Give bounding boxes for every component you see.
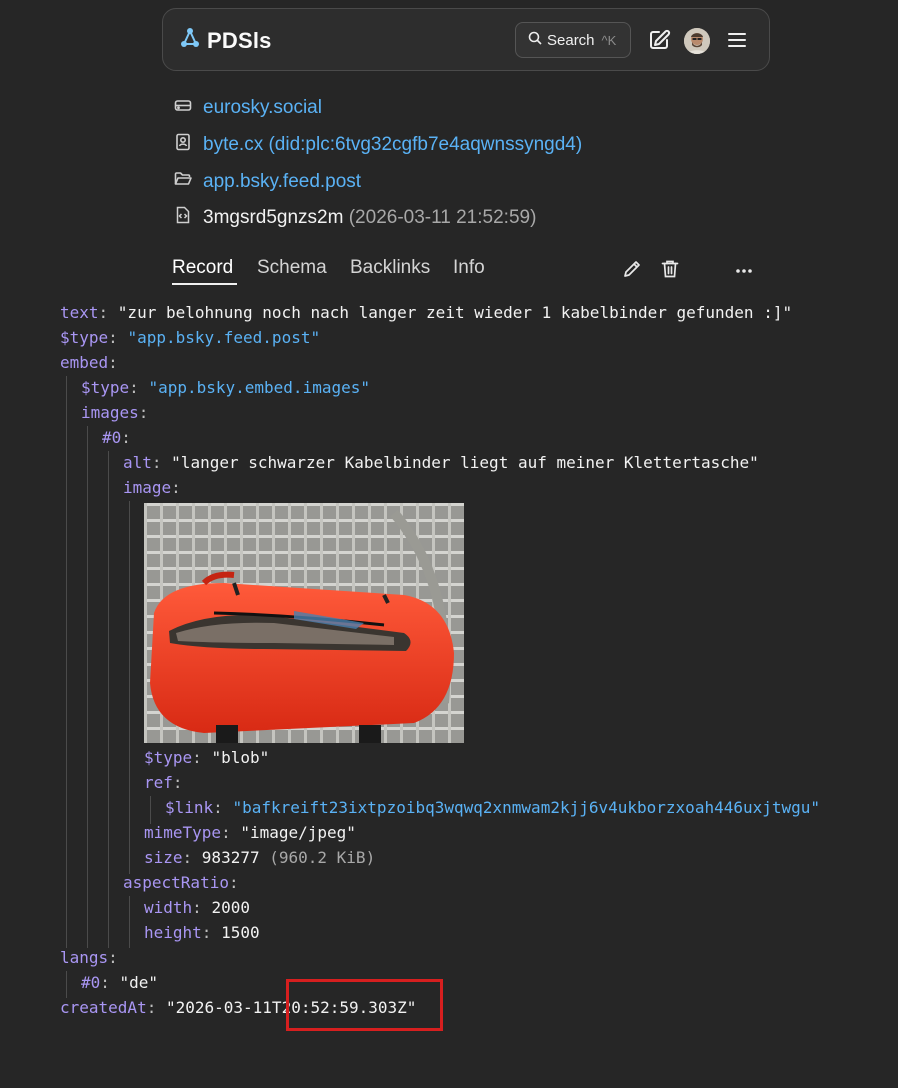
folder-icon [174, 170, 192, 194]
field-embed-type: $type: "app.bsky.embed.images" [81, 378, 370, 397]
field-link: $link: "bafkreift23ixtpzoibq3wqwq2xnmwam… [165, 798, 821, 817]
lexicon-link[interactable]: "app.bsky.feed.post" [127, 328, 320, 347]
breadcrumb-record: 3mgsrd5gnzs2m (2026-03-11 21:52:59) [174, 206, 536, 230]
field-aspect-ratio[interactable]: aspectRatio: [123, 873, 239, 892]
field-key[interactable]: langs [60, 948, 108, 967]
highlight-box [286, 979, 443, 1031]
field-key: alt [123, 453, 152, 472]
field-key: width [144, 898, 193, 917]
field-width: width: 2000 [144, 898, 250, 917]
field-value: "blob" [211, 748, 270, 767]
field-type: $type: "app.bsky.feed.post" [60, 328, 321, 347]
size-human-readable: (960.2 KiB) [269, 848, 376, 867]
indent-guide [108, 451, 109, 948]
search-shortcut: ^K [601, 32, 617, 48]
repo-link[interactable]: byte.cx (did:plc:6tvg32cgfb7e4aqwnssyngd… [203, 134, 582, 156]
record-key: 3mgsrd5gnzs2m [203, 207, 344, 228]
indent-guide [150, 796, 151, 824]
field-key[interactable]: ref [144, 773, 173, 792]
search-button[interactable]: Search ^K [515, 22, 631, 58]
app-logo[interactable]: PDSls [179, 27, 272, 54]
field-value: 983277 [201, 848, 260, 867]
field-langs[interactable]: langs: [60, 948, 118, 967]
breadcrumb-pds[interactable]: eurosky.social [174, 96, 322, 120]
field-key[interactable]: images [81, 403, 139, 422]
field-lang-0: #0: "de" [81, 973, 159, 992]
field-value: 2000 [211, 898, 250, 917]
field-value: "langer schwarzer Kabelbinder liegt auf … [171, 453, 759, 472]
field-value: "zur belohnung noch nach langer zeit wie… [117, 303, 793, 322]
search-icon [528, 31, 542, 49]
field-value: "image/jpeg" [240, 823, 356, 842]
pds-link[interactable]: eurosky.social [203, 97, 322, 119]
field-ref[interactable]: ref: [144, 773, 183, 792]
field-key: $type [60, 328, 109, 347]
tab-info[interactable]: Info [453, 257, 485, 279]
breadcrumb-collection[interactable]: app.bsky.feed.post [174, 170, 361, 194]
field-mimetype: mimeType: "image/jpeg" [144, 823, 356, 842]
field-height: height: 1500 [144, 923, 260, 942]
field-key[interactable]: embed [60, 353, 108, 372]
field-key: mimeType [144, 823, 222, 842]
tab-record[interactable]: Record [172, 257, 233, 279]
record-date: (2026-03-11 21:52:59) [348, 207, 537, 228]
field-value: 1500 [221, 923, 260, 942]
indent-guide [129, 896, 130, 948]
contact-card-icon [174, 133, 192, 157]
top-bar: PDSls Search ^K [162, 8, 770, 71]
field-image-0[interactable]: #0: [102, 428, 131, 447]
pencil-icon[interactable] [622, 259, 642, 284]
trash-icon[interactable] [661, 259, 679, 284]
field-key: size [144, 848, 183, 867]
field-key: text [60, 303, 99, 322]
avatar[interactable] [684, 28, 710, 54]
field-text: text: "zur belohnung noch nach langer ze… [60, 303, 793, 322]
image-preview[interactable] [144, 503, 464, 743]
field-image[interactable]: image: [123, 478, 181, 497]
indent-guide [66, 971, 67, 998]
menu-icon[interactable] [727, 30, 747, 55]
field-key: createdAt [60, 998, 147, 1017]
edit-icon[interactable] [647, 28, 671, 57]
field-key[interactable]: #0 [102, 428, 121, 447]
indent-guide [129, 501, 130, 874]
field-key: height [144, 923, 202, 942]
lexicon-link[interactable]: "app.bsky.embed.images" [148, 378, 370, 397]
field-key: $type [81, 378, 130, 397]
code-file-icon [174, 206, 192, 230]
more-options-icon[interactable] [735, 263, 753, 281]
search-label: Search [547, 31, 595, 49]
indent-guide [66, 376, 67, 948]
app-name: PDSls [207, 27, 272, 53]
pdsls-logo-icon [179, 27, 201, 54]
tab-schema[interactable]: Schema [257, 257, 327, 279]
field-key[interactable]: image [123, 478, 171, 497]
server-icon [174, 96, 192, 120]
tab-backlinks[interactable]: Backlinks [350, 257, 430, 279]
indent-guide [87, 426, 88, 948]
field-embed[interactable]: embed: [60, 353, 118, 372]
field-key: $link [165, 798, 214, 817]
field-key: #0 [81, 973, 101, 992]
field-images[interactable]: images: [81, 403, 148, 422]
field-key[interactable]: aspectRatio [123, 873, 229, 892]
collection-link[interactable]: app.bsky.feed.post [203, 171, 361, 193]
field-size: size: 983277 (960.2 KiB) [144, 848, 376, 867]
breadcrumb-repo[interactable]: byte.cx (did:plc:6tvg32cgfb7e4aqwnssyngd… [174, 133, 582, 157]
field-key: $type [144, 748, 193, 767]
field-alt: alt: "langer schwarzer Kabelbinder liegt… [123, 453, 759, 472]
active-tab-indicator [172, 283, 237, 285]
field-blob-type: $type: "blob" [144, 748, 270, 767]
field-value: "de" [119, 973, 159, 992]
blob-link[interactable]: "bafkreift23ixtpzoibq3wqwq2xnmwam2kjj6v4… [232, 798, 820, 817]
